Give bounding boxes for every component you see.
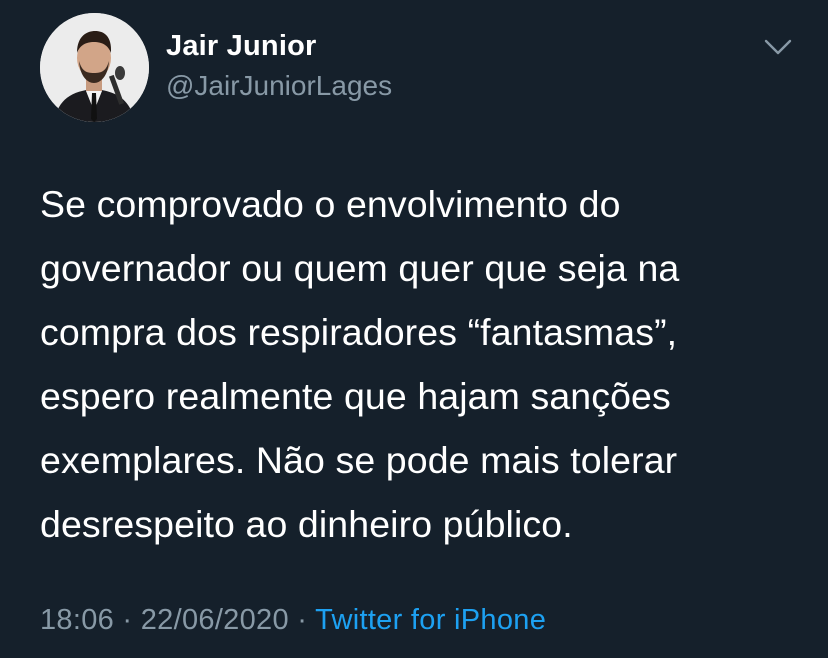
tweet-date[interactable]: 22/06/2020: [141, 604, 289, 636]
tweet-text-line: desrespeito ao dinheiro público.: [40, 503, 573, 545]
tweet-meta: 18:06 · 22/06/2020 · Twitter for iPhone: [40, 604, 546, 637]
tweet-text-line: espero realmente que hajam sanções: [40, 375, 671, 417]
tweet-text-line: compra dos respiradores “fantasmas”,: [40, 311, 678, 353]
tweet-text-line: Se comprovado o envolvimento do: [40, 183, 621, 225]
tweet-card: Jair Junior @JairJuniorLages Se comprova…: [0, 0, 828, 658]
tweet-text-line: exemplares. Não se pode mais tolerar: [40, 439, 678, 481]
avatar[interactable]: [40, 13, 149, 122]
chevron-down-icon[interactable]: [762, 34, 794, 60]
tweet-source-link[interactable]: Twitter for iPhone: [315, 604, 546, 636]
author-handle[interactable]: @JairJuniorLages: [166, 70, 392, 102]
tweet-text: Se comprovado o envolvimento do governad…: [40, 172, 810, 556]
meta-separator: ·: [288, 604, 316, 636]
profile-photo-icon: [40, 13, 149, 122]
tweet-text-line: governador ou quem quer que seja na: [40, 247, 680, 289]
tweet-time[interactable]: 18:06: [40, 604, 114, 636]
author-display-name[interactable]: Jair Junior: [166, 30, 316, 63]
meta-separator: ·: [114, 604, 141, 636]
